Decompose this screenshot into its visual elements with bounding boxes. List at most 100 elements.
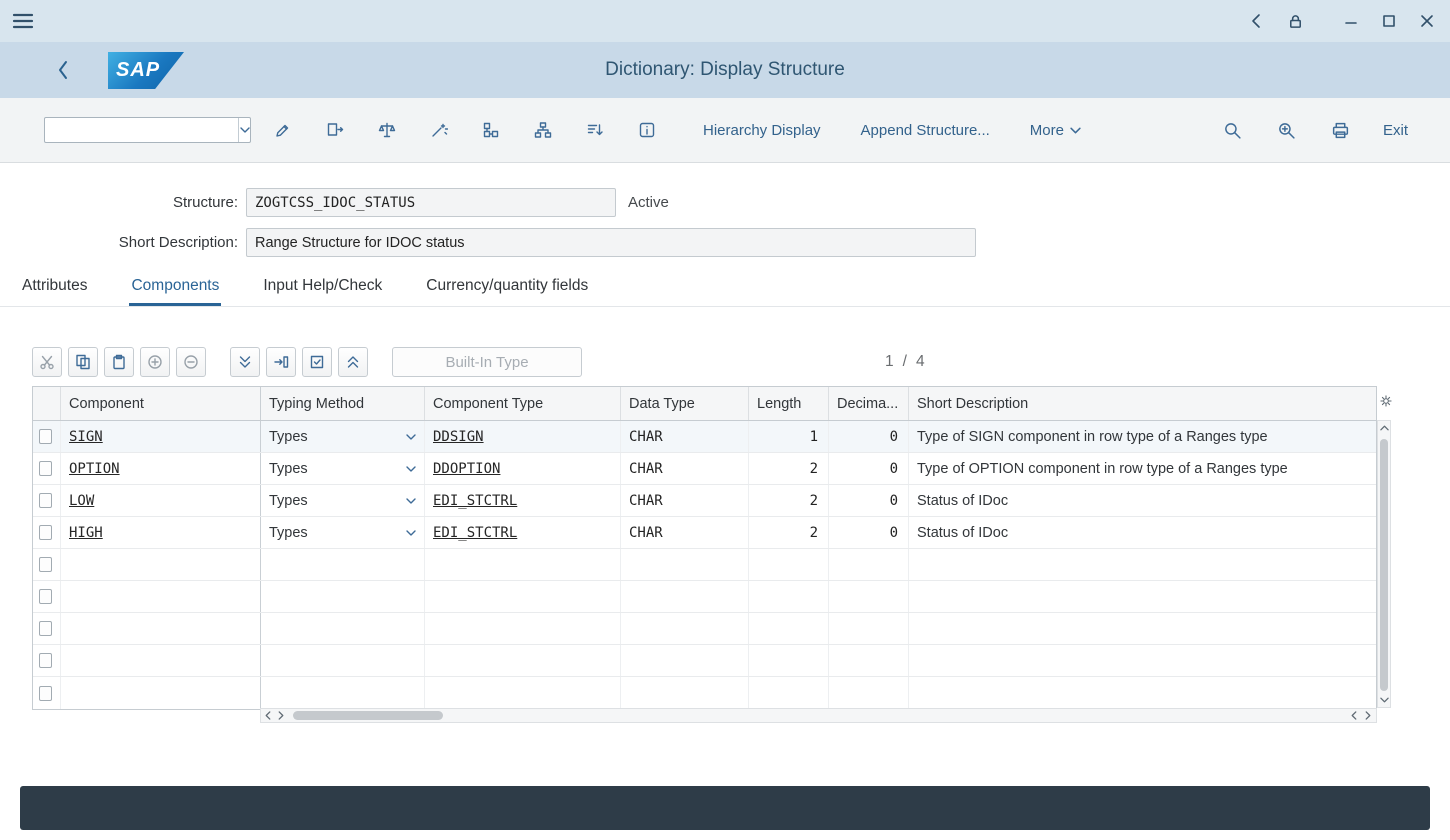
table-row-empty xyxy=(33,581,1376,613)
command-field[interactable] xyxy=(45,118,238,142)
page-title: Dictionary: Display Structure xyxy=(0,42,1450,98)
scroll-left-end-icon[interactable] xyxy=(1347,709,1360,722)
data-type-cell: CHAR xyxy=(621,485,749,516)
row-checkbox[interactable] xyxy=(39,429,52,444)
exit-button[interactable]: Exit xyxy=(1383,122,1408,139)
component-link[interactable]: LOW xyxy=(69,493,94,509)
empty-component-cell[interactable] xyxy=(61,581,261,612)
paste-icon[interactable] xyxy=(104,347,134,377)
menu-icon[interactable] xyxy=(12,13,34,29)
typing-method-dropdown[interactable]: Types xyxy=(261,453,425,484)
typing-method-value: Types xyxy=(269,525,308,541)
table-settings-icon[interactable] xyxy=(1379,394,1393,408)
select-block-icon[interactable] xyxy=(302,347,332,377)
cut-icon[interactable] xyxy=(32,347,62,377)
activate-icon[interactable] xyxy=(423,114,455,146)
component-link[interactable]: OPTION xyxy=(69,461,120,477)
horizontal-scrollbar[interactable] xyxy=(260,708,1377,723)
chevron-down-icon xyxy=(406,498,416,504)
col-header-typing-method[interactable]: Typing Method xyxy=(261,387,425,420)
tab-strip: Attributes Components Input Help/Check C… xyxy=(20,268,590,306)
col-header-component-type[interactable]: Component Type xyxy=(425,387,621,420)
row-checkbox[interactable] xyxy=(39,589,52,604)
lock-icon[interactable] xyxy=(1287,13,1304,30)
typing-method-dropdown[interactable]: Types xyxy=(261,485,425,516)
col-header-decimals[interactable]: Decima... xyxy=(829,387,909,420)
back-chevron-icon[interactable] xyxy=(1249,13,1263,29)
maximize-icon[interactable] xyxy=(1382,14,1396,28)
search-plus-icon[interactable] xyxy=(1271,114,1303,146)
col-header-data-type[interactable]: Data Type xyxy=(621,387,749,420)
grid-toolbar: Built-In Type xyxy=(32,347,582,377)
vertical-scrollbar[interactable] xyxy=(1377,420,1391,708)
typing-method-dropdown[interactable]: Types xyxy=(261,517,425,548)
component-type-link[interactable]: EDI_STCTRL xyxy=(433,493,517,509)
tab-currency-quantity-fields[interactable]: Currency/quantity fields xyxy=(424,268,590,306)
scroll-right-icon[interactable] xyxy=(274,709,287,722)
runtime-object-icon[interactable] xyxy=(579,114,611,146)
short-description-label: Short Description: xyxy=(0,228,238,257)
insert-row-icon[interactable] xyxy=(140,347,170,377)
col-header-length[interactable]: Length xyxy=(749,387,829,420)
where-used-icon[interactable] xyxy=(475,114,507,146)
row-checkbox[interactable] xyxy=(39,525,52,540)
component-type-link[interactable]: DDOPTION xyxy=(433,461,500,477)
hierarchy-display-button[interactable]: Hierarchy Display xyxy=(703,122,821,139)
page-up-icon[interactable] xyxy=(338,347,368,377)
row-checkbox[interactable] xyxy=(39,493,52,508)
component-link[interactable]: SIGN xyxy=(69,429,103,445)
typing-method-dropdown[interactable]: Types xyxy=(261,421,425,452)
scroll-down-icon[interactable] xyxy=(1378,693,1390,707)
append-structure-button[interactable]: Append Structure... xyxy=(861,122,990,139)
other-object-icon[interactable] xyxy=(319,114,351,146)
col-header-select[interactable] xyxy=(33,387,61,420)
empty-component-cell[interactable] xyxy=(61,549,261,580)
page-down-icon[interactable] xyxy=(230,347,260,377)
short-description-value: Range Structure for IDOC status xyxy=(255,235,465,251)
tab-strip-divider xyxy=(0,306,1450,307)
component-type-link[interactable]: EDI_STCTRL xyxy=(433,525,517,541)
search-icon[interactable] xyxy=(1217,114,1249,146)
print-icon[interactable] xyxy=(1325,114,1357,146)
scroll-up-icon[interactable] xyxy=(1378,421,1390,435)
component-type-link[interactable]: DDSIGN xyxy=(433,429,484,445)
tab-attributes[interactable]: Attributes xyxy=(20,268,89,306)
minimize-icon[interactable] xyxy=(1344,14,1358,28)
copy-icon[interactable] xyxy=(68,347,98,377)
structure-field[interactable]: ZOGTCSS_IDOC_STATUS xyxy=(246,188,616,217)
hierarchy-icon[interactable] xyxy=(527,114,559,146)
empty-component-cell[interactable] xyxy=(61,613,261,644)
horizontal-scrollbar-thumb[interactable] xyxy=(293,711,443,720)
page-total: 4 xyxy=(916,353,925,371)
display-change-icon[interactable] xyxy=(267,114,299,146)
check-icon[interactable] xyxy=(371,114,403,146)
info-icon[interactable] xyxy=(631,114,663,146)
table-row-empty xyxy=(33,613,1376,645)
component-link[interactable]: HIGH xyxy=(69,525,103,541)
row-checkbox[interactable] xyxy=(39,653,52,668)
tab-components[interactable]: Components xyxy=(129,268,221,306)
row-checkbox[interactable] xyxy=(39,557,52,572)
row-checkbox[interactable] xyxy=(39,686,52,701)
scroll-right-end-icon[interactable] xyxy=(1361,709,1374,722)
command-field-dropdown[interactable] xyxy=(238,118,250,142)
more-button[interactable]: More xyxy=(1030,122,1081,139)
status-badge: Active xyxy=(628,188,669,217)
insert-line-icon[interactable] xyxy=(266,347,296,377)
close-icon[interactable] xyxy=(1420,14,1434,28)
length-cell: 1 xyxy=(749,421,829,452)
row-checkbox[interactable] xyxy=(39,461,52,476)
built-in-type-button[interactable]: Built-In Type xyxy=(392,347,582,377)
empty-component-cell[interactable] xyxy=(61,645,261,676)
delete-row-icon[interactable] xyxy=(176,347,206,377)
empty-component-cell[interactable] xyxy=(61,677,261,709)
more-label: More xyxy=(1030,122,1064,139)
col-header-short-description[interactable]: Short Description xyxy=(909,387,1376,420)
row-checkbox[interactable] xyxy=(39,621,52,636)
col-header-component[interactable]: Component xyxy=(61,387,261,420)
chevron-down-icon xyxy=(406,530,416,536)
short-description-field[interactable]: Range Structure for IDOC status xyxy=(246,228,976,257)
vertical-scrollbar-thumb[interactable] xyxy=(1380,439,1388,691)
scroll-left-icon[interactable] xyxy=(261,709,274,722)
tab-input-help-check[interactable]: Input Help/Check xyxy=(261,268,384,306)
